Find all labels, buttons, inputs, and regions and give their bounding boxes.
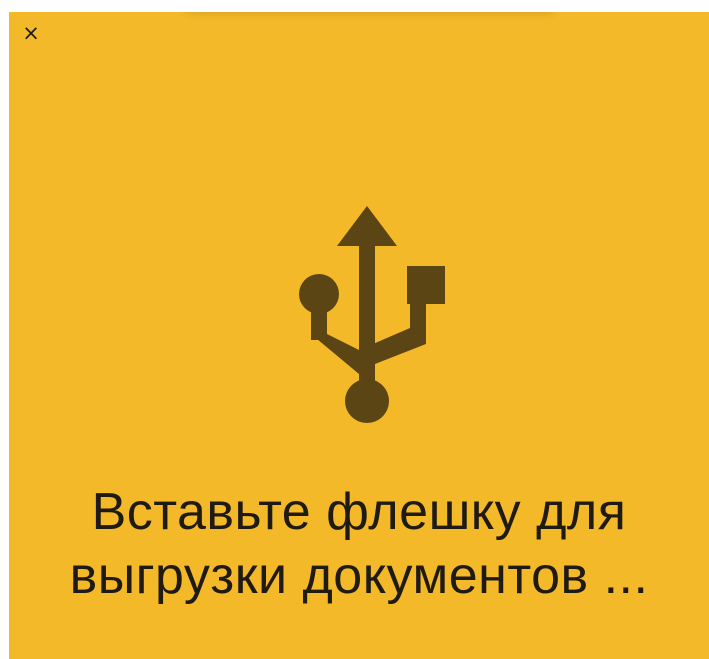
close-button[interactable]: × (20, 22, 42, 44)
message-line-1: Вставьте флешку для (91, 483, 627, 541)
top-shadow (185, 12, 555, 14)
message-line-2: выгрузки документов ... (69, 547, 649, 605)
insert-usb-message: Вставьте флешку для выгрузки документов … (9, 480, 709, 608)
usb-prompt-dialog: × Вставьте флешку для выгрузки документо… (9, 12, 709, 659)
usb-icon (299, 206, 445, 423)
